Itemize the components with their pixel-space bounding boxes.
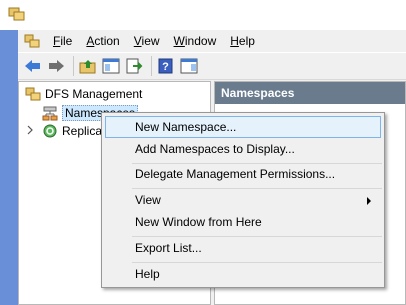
forward-arrow-icon — [49, 60, 64, 72]
title-bar — [0, 0, 406, 30]
menu-item-export-list[interactable]: Export List... — [105, 237, 381, 259]
menu-item-new-window[interactable]: New Window from Here — [105, 211, 381, 233]
action-pane-icon — [180, 58, 198, 74]
menu-view[interactable]: View — [127, 30, 167, 52]
console-tree-icon — [102, 58, 120, 74]
menu-window[interactable]: Window — [167, 30, 224, 52]
menu-help[interactable]: Help — [223, 30, 262, 52]
replication-icon — [43, 124, 57, 138]
expand-chevron-icon[interactable] — [26, 125, 34, 135]
menu-item-add-namespaces[interactable]: Add Namespaces to Display... — [105, 138, 381, 160]
toolbar-separator — [151, 56, 152, 76]
svg-text:?: ? — [162, 61, 169, 73]
back-arrow-icon — [25, 60, 40, 72]
forward-button[interactable] — [46, 56, 66, 76]
context-menu: New Namespace... Add Namespaces to Displ… — [101, 112, 385, 288]
up-level-button[interactable] — [78, 56, 98, 76]
results-pane-header: Namespaces — [215, 82, 405, 104]
menu-item-help[interactable]: Help — [105, 263, 381, 285]
export-icon — [126, 58, 143, 74]
namespaces-icon — [42, 106, 58, 121]
help-icon: ? — [158, 58, 173, 74]
help-button[interactable]: ? — [156, 56, 176, 76]
export-list-button[interactable] — [124, 56, 144, 76]
menu-file[interactable]: File — [46, 30, 79, 52]
menu-item-label: View — [135, 193, 161, 207]
menu-bar: File Action View Window Help — [18, 30, 406, 52]
console-icon[interactable] — [24, 33, 40, 49]
tree-item-label: DFS Management — [45, 87, 143, 101]
menu-action[interactable]: Action — [79, 30, 126, 52]
toolbar-separator — [73, 56, 74, 76]
submenu-arrow-icon — [367, 197, 371, 205]
dfs-app-icon — [8, 7, 25, 21]
folder-up-icon — [79, 60, 96, 74]
menu-item-delegate-permissions[interactable]: Delegate Management Permissions... — [105, 163, 381, 185]
menu-item-view[interactable]: View — [105, 189, 381, 211]
back-button[interactable] — [23, 56, 43, 76]
show-action-pane-button[interactable] — [179, 56, 199, 76]
menu-item-new-namespace[interactable]: New Namespace... — [105, 116, 381, 138]
tree-item-dfs-management[interactable]: DFS Management — [25, 85, 142, 103]
toolbar: ? — [18, 52, 406, 80]
dfs-management-icon — [25, 87, 41, 101]
show-hide-tree-button[interactable] — [101, 56, 121, 76]
